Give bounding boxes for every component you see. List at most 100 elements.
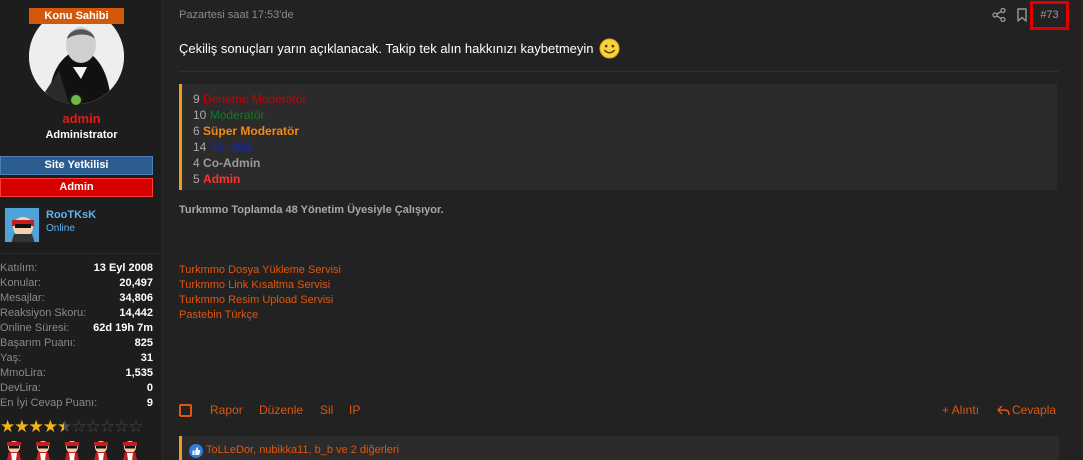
staff-row: 9 Deneme Moderatör	[193, 91, 1057, 107]
post-actions: Rapor Düzenle Sil IP + Alıntı Cevapla	[179, 402, 1059, 420]
staff-count: 10	[193, 108, 207, 122]
post-body: Pazartesi saat 17:53'de #73 Çekiliş sonu…	[164, 0, 1083, 460]
award-icon[interactable]	[90, 438, 112, 460]
stat-row: Katılım: 13 Eyl 2008	[0, 261, 153, 276]
staff-count-block: 9 Deneme Moderatör 10 Moderatör 6 Süper …	[179, 84, 1057, 190]
reactions-bar[interactable]: ToLLeDor, nubikka11, b_b ve 2 diğerleri	[179, 436, 1059, 460]
delete-button[interactable]: Sil	[320, 403, 333, 417]
staff-role: Admin	[203, 172, 241, 186]
star-icon: ☆	[128, 417, 143, 436]
signature-link[interactable]: Turkmmo Resim Upload Servisi	[179, 293, 341, 308]
stat-label: Mesajlar:	[0, 292, 45, 304]
star-icon: ★	[14, 417, 29, 436]
stat-row: MmoLira: 1,535	[0, 366, 153, 381]
stat-row: En İyi Cevap Puanı: 9	[0, 396, 153, 411]
stat-row: Konular: 20,497	[0, 276, 153, 291]
stat-label: Konular:	[0, 277, 41, 289]
star-icon: ☆	[99, 417, 115, 436]
star-icon: ★	[0, 417, 15, 436]
share-icon[interactable]	[992, 8, 1006, 22]
rating-stars: ★★★★★☆☆☆☆☆	[0, 417, 155, 437]
staff-row: 6 Süper Moderatör	[193, 123, 1057, 139]
edit-button[interactable]: Düzenle	[259, 403, 303, 417]
stat-row: DevLira: 0	[0, 381, 153, 396]
star-icon: ★	[57, 417, 72, 436]
staff-count: 14	[193, 140, 207, 154]
stat-label: En İyi Cevap Puanı:	[0, 397, 98, 409]
stat-row: Online Süresi: 62d 19h 7m	[0, 321, 153, 336]
user-group[interactable]: RooTKsK Online	[0, 204, 153, 244]
user-sidebar: Konu Sahibi admin Administrator Site Yet…	[0, 0, 163, 460]
reply-button[interactable]: Cevapla	[997, 403, 1056, 417]
banner-admin: Admin	[0, 178, 153, 197]
smiley-icon	[598, 38, 620, 59]
award-icon[interactable]	[3, 438, 25, 460]
staff-count: 5	[193, 172, 200, 186]
stat-label: DevLira:	[0, 382, 41, 394]
post-timestamp[interactable]: Pazartesi saat 17:53'de	[179, 9, 294, 21]
post-message-text: Çekiliş sonuçları yarın açıklanacak. Tak…	[179, 41, 594, 56]
stat-value: 825	[134, 337, 153, 349]
award-icons	[0, 438, 163, 460]
stat-row: Mesajlar: 34,806	[0, 291, 153, 306]
user-stats: Katılım: 13 Eyl 2008 Konular: 20,497 Mesaj…	[0, 261, 153, 411]
stat-label: Reaksiyon Skoru:	[0, 307, 87, 319]
staff-count: 9	[193, 92, 200, 106]
reply-icon	[997, 405, 1010, 415]
stat-label: MmoLira:	[0, 367, 46, 379]
stat-value: 14,442	[119, 307, 153, 319]
staff-row: 4 Co-Admin	[193, 155, 1057, 171]
stat-value: 13 Eyl 2008	[93, 262, 153, 274]
username[interactable]: admin	[0, 111, 163, 126]
staff-role: Süper Moderatör	[203, 124, 300, 138]
staff-count: 6	[193, 124, 200, 138]
stat-row: Başarım Puanı: 825	[0, 336, 153, 351]
staff-row: 10 Moderatör	[193, 107, 1057, 123]
staff-role: Yönetici	[209, 140, 253, 154]
award-icon[interactable]	[32, 438, 54, 460]
divider	[179, 71, 1059, 72]
signature-link[interactable]: Pastebin Türkçe	[179, 308, 341, 323]
star-icon: ★	[42, 417, 58, 436]
award-icon[interactable]	[61, 438, 83, 460]
post-number-link[interactable]: #73	[1030, 1, 1069, 30]
stat-value: 34,806	[119, 292, 153, 304]
online-status-icon	[69, 93, 83, 107]
stat-label: Yaş:	[0, 352, 22, 364]
staff-role: Moderatör	[209, 108, 265, 122]
stat-value: 9	[146, 397, 153, 409]
like-icon	[189, 444, 203, 458]
signature-link[interactable]: Turkmmo Dosya Yükleme Servisi	[179, 263, 341, 278]
post-message: Çekiliş sonuçları yarın açıklanacak. Tak…	[179, 38, 620, 59]
banner-site-staff: Site Yetkilisi	[0, 156, 153, 175]
staff-row: 5 Admin	[193, 171, 1057, 187]
report-button[interactable]: Rapor	[210, 403, 243, 417]
star-icon: ☆	[114, 417, 129, 436]
stat-value: 0	[146, 382, 153, 394]
stat-value: 31	[140, 352, 153, 364]
stat-value: 1,535	[125, 367, 153, 379]
group-name[interactable]: RooTKsK	[46, 209, 96, 221]
select-post-checkbox[interactable]	[179, 404, 192, 417]
award-icon[interactable]	[119, 438, 141, 460]
staff-row: 14 Yönetici	[193, 139, 1057, 155]
bookmark-icon[interactable]	[1016, 8, 1028, 22]
quote-button[interactable]: + Alıntı	[942, 403, 979, 417]
stat-row: Yaş: 31	[0, 351, 153, 366]
star-icon: ☆	[71, 417, 86, 436]
reactions-users[interactable]: ToLLeDor, nubikka11, b_b ve 2 diğerleri	[206, 444, 399, 456]
group-status: Online	[46, 223, 75, 234]
stat-value: 20,497	[119, 277, 153, 289]
group-logo-icon	[4, 207, 40, 243]
star-icon: ★	[28, 417, 44, 436]
stat-label: Online Süresi:	[0, 322, 70, 334]
staff-role: Deneme Moderatör	[203, 92, 307, 106]
stat-row: Reaksiyon Skoru: 14,442	[0, 306, 153, 321]
reply-label: Cevapla	[1012, 403, 1057, 417]
star-icon: ☆	[85, 417, 101, 436]
signature-link[interactable]: Turkmmo Link Kısaltma Servisi	[179, 278, 341, 293]
stat-label: Başarım Puanı:	[0, 337, 76, 349]
staff-count: 4	[193, 156, 200, 170]
signature-links: Turkmmo Dosya Yükleme Servisi Turkmmo Li…	[179, 263, 341, 323]
ip-button[interactable]: IP	[349, 403, 360, 417]
